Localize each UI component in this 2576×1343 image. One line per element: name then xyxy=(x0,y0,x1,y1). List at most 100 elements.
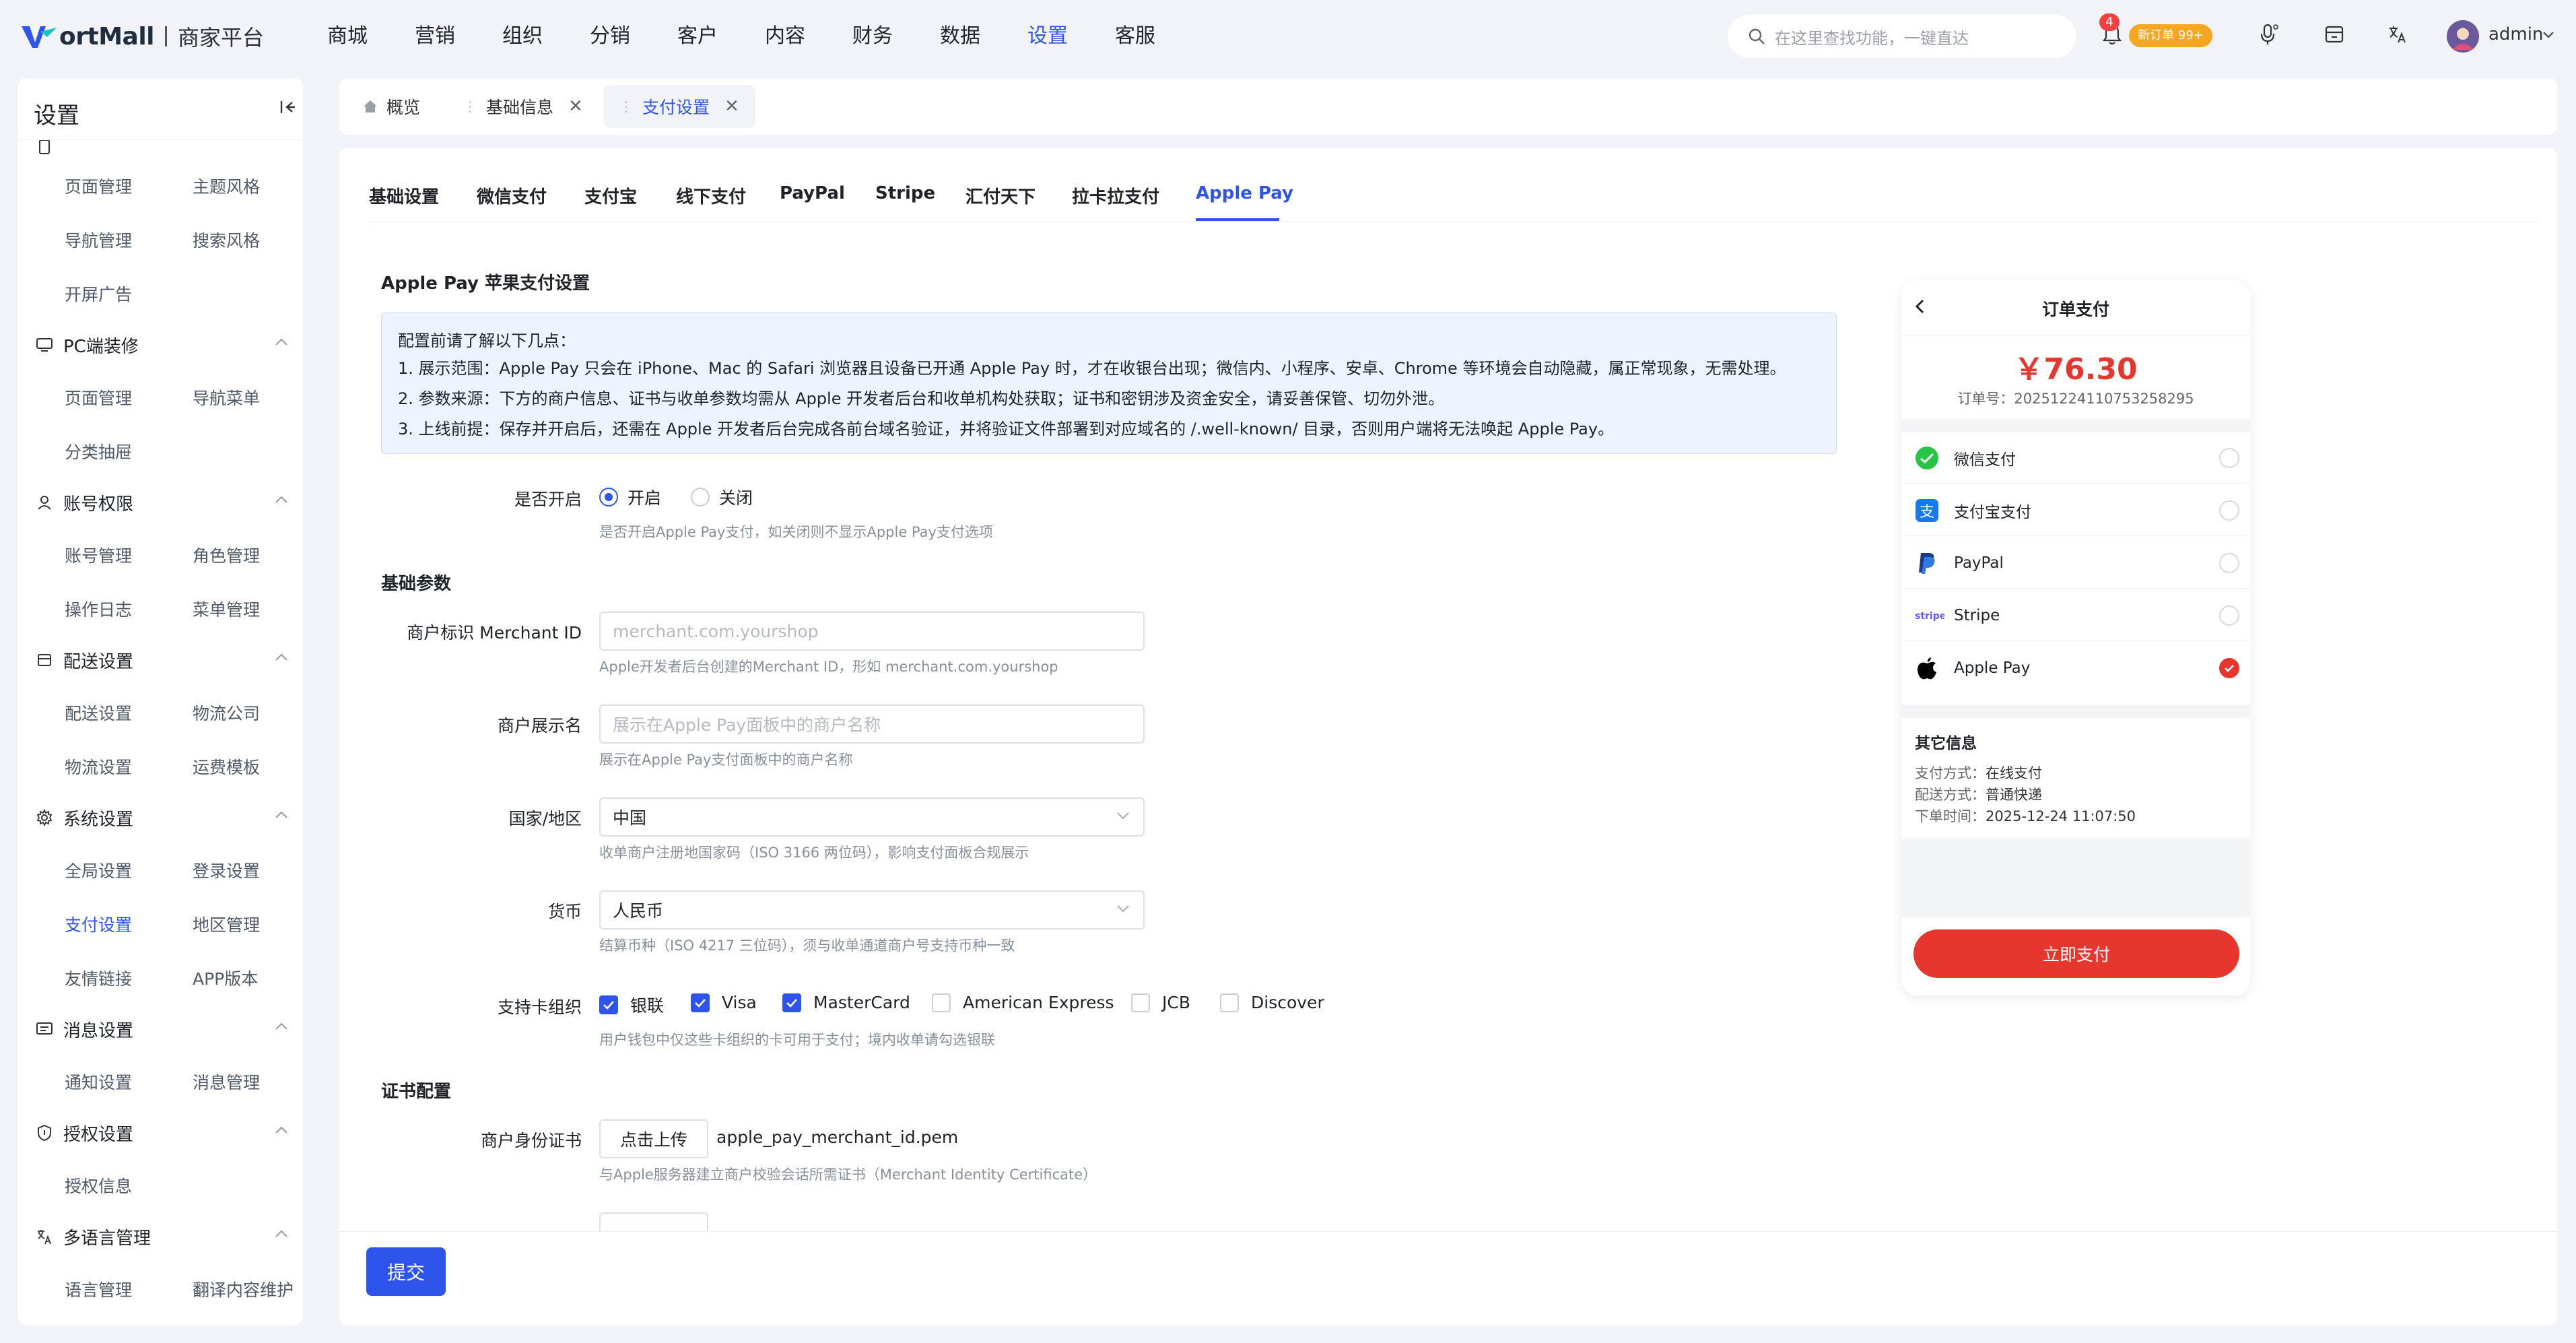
sidebar-item[interactable]: 授权信息 xyxy=(65,1173,132,1198)
sidebar-item[interactable]: 页面管理 xyxy=(65,174,132,198)
chevron-down-icon[interactable] xyxy=(2542,31,2554,39)
subtab[interactable]: 微信支付 xyxy=(477,183,547,208)
merchant-name-input[interactable]: 展示在Apple Pay面板中的商户名称 xyxy=(599,705,1145,744)
sidebar-group-delivery[interactable]: 配送设置 xyxy=(34,645,290,675)
top-nav-item[interactable]: 组织 xyxy=(502,20,590,53)
upload-button[interactable]: 点击上传 xyxy=(599,1119,708,1158)
sidebar-group-message[interactable]: 消息设置 xyxy=(34,1014,290,1044)
page-tab-basic-info[interactable]: ⋮ 基础信息 ✕ xyxy=(447,85,599,128)
sidebar-item[interactable]: 账号管理 xyxy=(65,543,132,567)
payment-method-row[interactable]: 支 支付宝支付 xyxy=(1901,485,2250,536)
microphone-icon[interactable] xyxy=(2254,20,2282,48)
close-icon[interactable]: ✕ xyxy=(568,96,583,117)
sidebar-item[interactable]: 开屏广告 xyxy=(65,282,132,306)
top-nav-item[interactable]: 财务 xyxy=(852,20,940,53)
top-nav-item-settings[interactable]: 设置 xyxy=(1027,20,1115,53)
checkbox-label: MasterCard xyxy=(813,993,910,1012)
subtab[interactable]: 基础设置 xyxy=(369,183,439,208)
subtab[interactable]: PayPal xyxy=(780,183,845,203)
sidebar-item[interactable]: 全局设置 xyxy=(65,858,132,882)
top-nav-item[interactable]: 商城 xyxy=(327,20,415,53)
drag-handle-icon[interactable]: ⋮ xyxy=(619,98,633,114)
card-checkbox-jcb[interactable]: JCB xyxy=(1131,993,1190,1012)
page-tab-payment-settings[interactable]: ⋮ 支付设置 ✕ xyxy=(603,85,755,128)
sidebar-item[interactable]: 通知设置 xyxy=(65,1070,132,1094)
enable-radio-off[interactable]: 关闭 xyxy=(691,485,753,509)
preview-title: 订单支付 xyxy=(2041,300,2109,319)
sidebar-item[interactable]: 分类抽屉 xyxy=(65,439,132,463)
collapse-sidebar-icon[interactable] xyxy=(279,98,296,116)
payment-method-radio[interactable] xyxy=(2219,447,2239,468)
card-checkbox-visa[interactable]: Visa xyxy=(691,993,757,1012)
page-tab-overview[interactable]: 概览 xyxy=(346,85,436,128)
currency-select[interactable]: 人民币 xyxy=(599,890,1145,929)
top-nav-item[interactable]: 数据 xyxy=(940,20,1027,53)
card-checkbox-amex[interactable]: American Express xyxy=(932,993,1114,1012)
drag-handle-icon[interactable]: ⋮ xyxy=(463,98,477,114)
payment-method-radio[interactable] xyxy=(2219,552,2239,573)
country-select[interactable]: 中国 xyxy=(599,797,1145,837)
search-input[interactable]: 在这里查找功能，一键直达 xyxy=(1728,15,2076,58)
sidebar-item[interactable]: 友情链接 xyxy=(65,966,132,990)
top-nav-item[interactable]: 分销 xyxy=(590,20,677,53)
subtab-apple-pay[interactable]: Apple Pay xyxy=(1196,183,1293,203)
subtab[interactable]: Stripe xyxy=(875,183,935,203)
subtab[interactable]: 线下支付 xyxy=(676,183,746,208)
sidebar-item[interactable]: 操作日志 xyxy=(65,597,132,621)
sidebar-item[interactable]: 页面管理 xyxy=(65,385,132,410)
payment-method-radio-checked[interactable] xyxy=(2219,658,2239,678)
sidebar-item[interactable]: 搜索风格 xyxy=(193,228,260,252)
payment-method-row[interactable]: PayPal xyxy=(1901,537,2250,589)
sidebar-item[interactable]: 地区管理 xyxy=(193,912,260,936)
subtab[interactable]: 支付宝 xyxy=(584,183,637,208)
sidebar-item[interactable]: 消息管理 xyxy=(193,1070,260,1094)
card-checkbox-mastercard[interactable]: MasterCard xyxy=(782,993,910,1012)
sidebar-item[interactable]: 导航管理 xyxy=(65,228,132,252)
payment-method-row-selected[interactable]: Apple Pay xyxy=(1901,643,2250,694)
enable-radio-on[interactable]: 开启 xyxy=(599,485,661,509)
payment-method-radio[interactable] xyxy=(2219,500,2239,521)
chevron-up-icon xyxy=(275,1230,287,1237)
sidebar-group-license[interactable]: 授权设置 xyxy=(34,1118,290,1148)
sidebar-group-system[interactable]: 系统设置 xyxy=(34,803,290,832)
top-nav-item[interactable]: 内容 xyxy=(765,20,852,53)
sidebar-item[interactable]: 导航菜单 xyxy=(193,385,260,410)
top-nav-item[interactable]: 营销 xyxy=(415,20,502,53)
other-info-title: 其它信息 xyxy=(1915,735,1977,752)
card-checkbox-unionpay[interactable]: 银联 xyxy=(599,993,664,1017)
sidebar-item[interactable]: 主题风格 xyxy=(193,174,260,198)
user-name[interactable]: admin xyxy=(2488,24,2543,44)
sidebar-item[interactable]: 物流公司 xyxy=(193,700,260,725)
payment-method-row[interactable]: stripe Stripe xyxy=(1901,590,2250,641)
merchant-id-input[interactable]: merchant.com.yourshop xyxy=(599,612,1145,651)
payment-method-radio[interactable] xyxy=(2219,605,2239,626)
sidebar-item[interactable]: 菜单管理 xyxy=(193,597,260,621)
top-nav-item[interactable]: 客服 xyxy=(1115,20,1202,53)
payment-method-row[interactable]: 微信支付 xyxy=(1901,432,2250,484)
pay-now-button[interactable]: 立即支付 xyxy=(1913,929,2239,978)
avatar[interactable] xyxy=(2447,20,2479,53)
sidebar-item[interactable]: 语言管理 xyxy=(65,1277,132,1301)
sidebar-item[interactable]: APP版本 xyxy=(193,966,258,990)
top-nav-item[interactable]: 客户 xyxy=(677,20,765,53)
sidebar-group-language[interactable]: 多语言管理 xyxy=(34,1222,290,1251)
sidebar-item[interactable]: 翻译内容维护 xyxy=(193,1277,294,1301)
merchant-id-label: 商户标识 Merchant ID xyxy=(407,623,582,643)
subtab[interactable]: 汇付天下 xyxy=(965,183,1036,208)
card-checkbox-discover[interactable]: Discover xyxy=(1220,993,1324,1012)
sidebar-item[interactable]: 角色管理 xyxy=(193,543,260,567)
subtab[interactable]: 拉卡拉支付 xyxy=(1072,183,1159,208)
sidebar-item[interactable]: 运费模板 xyxy=(193,754,260,779)
sidebar-item[interactable]: 配送设置 xyxy=(65,700,132,725)
sidebar-item[interactable]: 登录设置 xyxy=(193,858,260,882)
translate-icon[interactable] xyxy=(2383,20,2412,48)
new-order-badge[interactable]: 新订单 99+ xyxy=(2129,24,2212,47)
sidebar-group-account[interactable]: 账号权限 xyxy=(34,488,290,517)
close-icon[interactable]: ✕ xyxy=(724,96,739,117)
sidebar-item[interactable]: 物流设置 xyxy=(65,754,132,779)
sidebar-item-payment-settings[interactable]: 支付设置 xyxy=(65,912,132,936)
sidebar-group-pc[interactable]: PC端装修 xyxy=(34,330,290,360)
store-icon[interactable] xyxy=(2320,20,2348,48)
brand-logo[interactable]: ortMall 商家平台 xyxy=(20,19,264,54)
submit-button[interactable]: 提交 xyxy=(366,1247,446,1296)
